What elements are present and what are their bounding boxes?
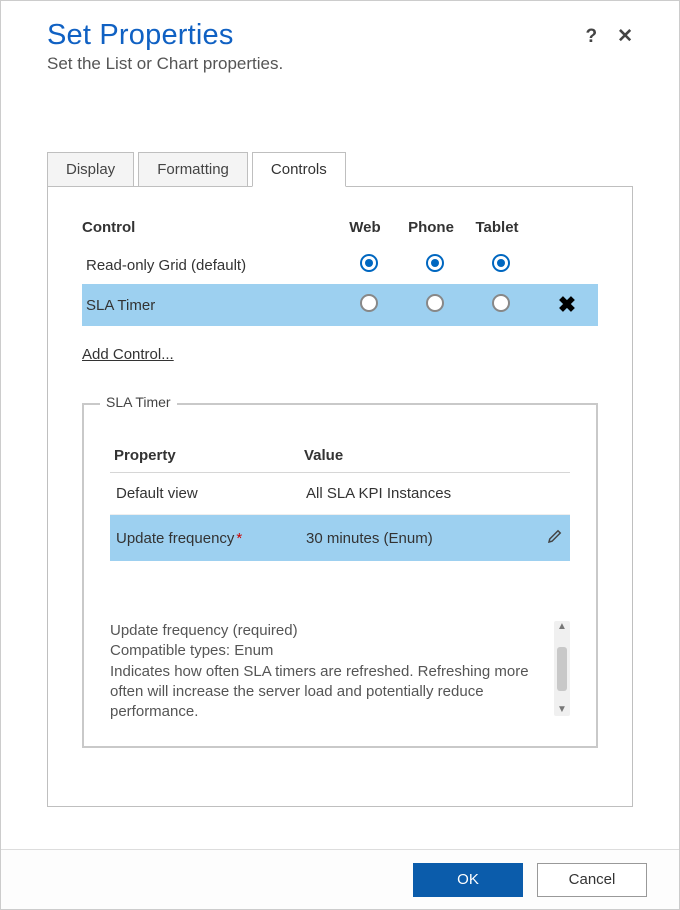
desc-line2: Compatible types: Enum (110, 641, 546, 661)
property-table-header: Property Value (110, 439, 570, 473)
tab-controls[interactable]: Controls (252, 152, 346, 187)
col-control: Control (82, 219, 332, 236)
property-row-default-view[interactable]: Default view All SLA KPI Instances (110, 473, 570, 515)
col-web: Web (332, 219, 398, 236)
radio-phone[interactable] (426, 294, 444, 312)
cancel-button[interactable]: Cancel (537, 863, 647, 897)
radio-web[interactable] (360, 294, 378, 312)
col-property: Property (114, 447, 304, 464)
tab-display[interactable]: Display (47, 152, 134, 187)
property-value: All SLA KPI Instances (306, 485, 524, 502)
remove-control-icon[interactable]: ✖ (558, 292, 576, 317)
dialog-footer: OK Cancel (1, 849, 679, 909)
property-name: Update frequency* (116, 530, 306, 547)
ok-button[interactable]: OK (413, 863, 523, 897)
description-scrollbar[interactable]: ▲ ▼ (554, 621, 570, 716)
radio-web[interactable] (360, 254, 378, 272)
property-row-update-frequency[interactable]: Update frequency* 30 minutes (Enum) (110, 515, 570, 561)
dialog-title: Set Properties (47, 19, 585, 52)
sla-timer-fieldset: SLA Timer Property Value Default view Al… (82, 403, 598, 748)
property-name: Default view (116, 485, 306, 502)
property-value: 30 minutes (Enum) (306, 530, 524, 547)
scroll-down-icon[interactable]: ▼ (557, 704, 567, 716)
col-tablet: Tablet (464, 219, 530, 236)
help-icon[interactable]: ? (585, 27, 597, 46)
controls-table-header: Control Web Phone Tablet (82, 215, 598, 246)
control-row-readonly-grid[interactable]: Read-only Grid (default) (82, 246, 598, 284)
desc-line1: Update frequency (required) (110, 621, 546, 641)
tab-panel-controls: Control Web Phone Tablet Read-only Grid … (47, 187, 633, 807)
radio-tablet[interactable] (492, 254, 510, 272)
control-name: SLA Timer (86, 297, 336, 314)
dialog-subtitle: Set the List or Chart properties. (47, 54, 633, 74)
radio-tablet[interactable] (492, 294, 510, 312)
radio-phone[interactable] (426, 254, 444, 272)
col-value: Value (304, 447, 526, 464)
scroll-up-icon[interactable]: ▲ (557, 621, 567, 633)
add-control-link[interactable]: Add Control... (82, 346, 174, 363)
col-phone: Phone (398, 219, 464, 236)
pencil-icon[interactable] (546, 532, 564, 549)
fieldset-legend: SLA Timer (100, 394, 177, 410)
property-label: Update frequency (116, 530, 234, 547)
desc-body: Indicates how often SLA timers are refre… (110, 662, 546, 723)
control-row-sla-timer[interactable]: SLA Timer ✖ (82, 284, 598, 326)
control-name: Read-only Grid (default) (86, 257, 336, 274)
tabstrip: Display Formatting Controls (47, 152, 633, 187)
tab-formatting[interactable]: Formatting (138, 152, 248, 187)
scroll-thumb[interactable] (557, 647, 567, 691)
property-description: Update frequency (required) Compatible t… (110, 621, 546, 722)
required-asterisk: * (236, 530, 242, 547)
close-icon[interactable]: ✕ (617, 27, 633, 46)
